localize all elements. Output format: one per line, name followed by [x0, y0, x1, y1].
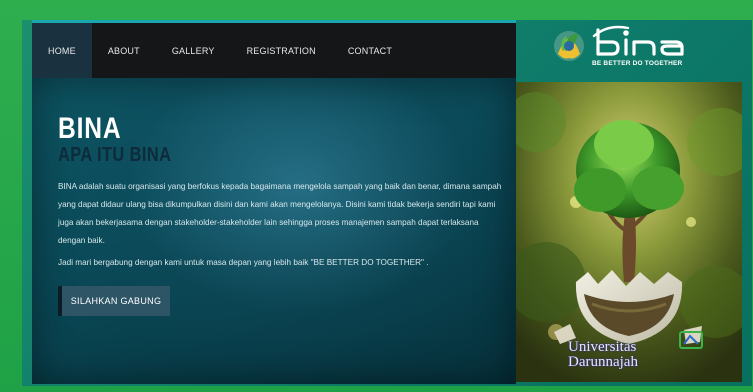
nav-about[interactable]: ABOUT — [92, 23, 156, 78]
hero-description: BINA adalah suatu organisasi yang berfok… — [58, 182, 502, 245]
hero-subtitle: APA ITU BINA — [58, 144, 172, 166]
university-line2: Darunnajah — [568, 354, 638, 370]
university-line1: Universitas — [568, 339, 637, 355]
bina-logo[interactable]: BE BETTER DO TOGETHER — [548, 24, 748, 72]
hero-cta-text: Jadi mari bergabung dengan kami untuk ma… — [58, 258, 429, 267]
hero-title: BINA — [58, 112, 122, 145]
nav-registration[interactable]: REGISTRATION — [231, 23, 332, 78]
nav-home[interactable]: HOME — [32, 23, 92, 78]
tree-in-eggshell-photo: Universitas Darunnajah — [516, 82, 742, 382]
university-label: Universitas Darunnajah — [568, 340, 638, 370]
hero-section: BINA APA ITU BINA BINA adalah suatu orga… — [32, 78, 516, 384]
nav-gallery[interactable]: GALLERY — [156, 23, 231, 78]
main-navbar: HOME ABOUT GALLERY REGISTRATION CONTACT — [32, 20, 516, 78]
logo-tagline: BE BETTER DO TOGETHER — [592, 60, 683, 67]
tree-illustration — [516, 82, 742, 382]
nav-contact[interactable]: CONTACT — [332, 23, 408, 78]
join-button[interactable]: SILAHKAN GABUNG — [58, 286, 170, 316]
